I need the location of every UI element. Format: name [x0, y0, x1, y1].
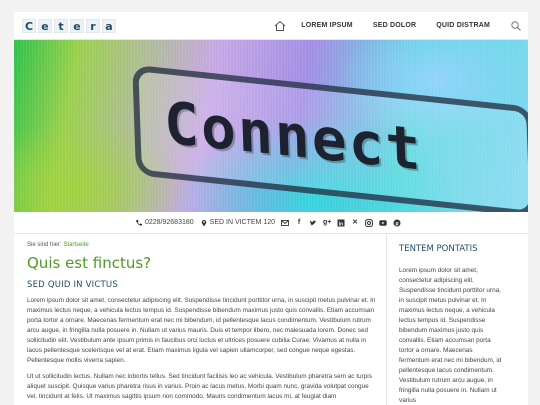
hero-image: Connect: [14, 40, 528, 212]
breadcrumb-link-home[interactable]: Startseite: [63, 242, 88, 248]
google-plus-icon[interactable]: g+: [323, 219, 331, 227]
twitter-icon[interactable]: [309, 219, 317, 227]
nav-item-sed-dolor[interactable]: SED DOLOR: [373, 22, 416, 29]
logo-letter: e: [38, 18, 52, 33]
phone-icon: [135, 219, 142, 226]
body-paragraph: Lorem ipsum dolor sit amet, consectetur …: [27, 297, 376, 364]
logo-letter: a: [102, 18, 116, 33]
body-paragraph: Ut ut sollicitudin lectus. Nullam nec lo…: [27, 373, 372, 400]
instagram-icon[interactable]: [365, 218, 373, 227]
address-text: SED IN VICTEM 120: [209, 219, 276, 226]
logo[interactable]: C e t e r a: [22, 18, 118, 33]
location-pin-icon: [201, 219, 206, 226]
pinterest-icon[interactable]: p: [393, 219, 401, 227]
content-area: Sie sind hier: Startseite Quis est finct…: [14, 234, 528, 405]
address-item[interactable]: SED IN VICTEM 120: [200, 219, 275, 227]
logo-letter: C: [22, 18, 36, 33]
page-title: Quis est finctus?: [27, 254, 152, 272]
nav-item-quid-distram[interactable]: QUID DISTRAM: [436, 22, 490, 29]
site-header: C e t e r a LOREM IPSUM SED DOLOR QUID D…: [14, 12, 528, 40]
youtube-icon[interactable]: [379, 219, 387, 227]
svg-text:in: in: [339, 221, 343, 227]
mail-icon[interactable]: [281, 219, 289, 227]
logo-letter: t: [54, 18, 68, 33]
breadcrumb: Sie sind hier: Startseite: [27, 242, 376, 248]
logo-letter: r: [86, 18, 100, 33]
phone-number: 0228/92683180: [144, 219, 194, 226]
main-nav: LOREM IPSUM SED DOLOR QUID DISTRAM: [273, 12, 528, 39]
page: C e t e r a LOREM IPSUM SED DOLOR QUID D…: [14, 12, 528, 405]
search-icon[interactable]: [510, 20, 522, 32]
social-links: f g+ in ✕ p: [281, 219, 407, 227]
phone-item[interactable]: 0228/92683180: [135, 219, 194, 227]
main-column: Sie sind hier: Startseite Quis est finct…: [14, 234, 386, 405]
nav-item-lorem-ipsum[interactable]: LOREM IPSUM: [301, 22, 353, 29]
sidebar-text: Lorem ipsum dolor sit amet, consectetur …: [399, 267, 502, 404]
breadcrumb-prefix: Sie sind hier:: [27, 242, 62, 248]
section-subtitle: SED QUID IN VICTUS: [27, 280, 118, 290]
logo-letter: e: [70, 18, 84, 33]
linkedin-icon[interactable]: in: [337, 219, 345, 227]
svg-text:p: p: [396, 221, 399, 227]
sidebar: TENTEM PONTATIS Lorem ipsum dolor sit am…: [386, 234, 514, 405]
xing-icon[interactable]: ✕: [351, 219, 359, 227]
sidebar-title: TENTEM PONTATIS: [399, 244, 478, 254]
home-icon[interactable]: [273, 19, 287, 33]
facebook-icon[interactable]: f: [295, 219, 303, 227]
contact-bar: 0228/92683180 SED IN VICTEM 120 f g+ in …: [14, 212, 528, 234]
